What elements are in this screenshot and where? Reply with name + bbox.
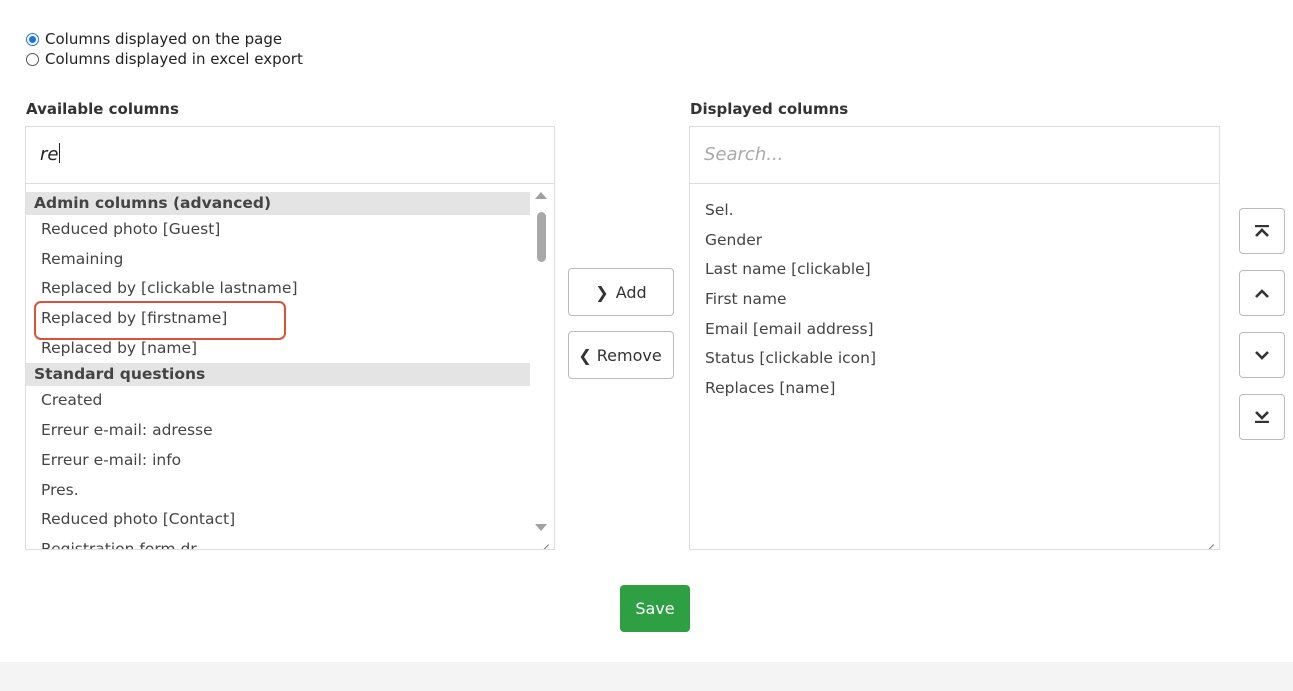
list-item[interactable]: Reduced photo [Contact]: [26, 505, 530, 535]
chevron-right-icon: ❯: [595, 282, 609, 302]
list-group-header: Standard questions: [26, 363, 530, 387]
displayed-search-input[interactable]: Search...: [690, 127, 1219, 184]
list-item[interactable]: Replaces [name]: [705, 374, 876, 404]
search-value: re: [40, 144, 59, 165]
add-button[interactable]: ❯ Add: [568, 268, 674, 316]
list-item[interactable]: Erreur e-mail: info: [26, 446, 530, 476]
remove-label: Remove: [596, 345, 662, 365]
scrollbar-thumb[interactable]: [537, 212, 546, 262]
save-button[interactable]: Save: [620, 585, 690, 632]
displayed-columns-panel: Search... Sel. Gender Last name [clickable…: [689, 126, 1220, 550]
displayed-columns-title: Displayed columns: [690, 100, 849, 118]
available-search-input[interactable]: re: [26, 127, 554, 184]
radio-button[interactable]: [26, 52, 39, 66]
list-item[interactable]: Sel.: [705, 196, 876, 226]
radio-columns-page[interactable]: Columns displayed on the page: [26, 30, 282, 48]
list-item[interactable]: Replaced by [clickable lastname]: [26, 274, 530, 304]
chevron-up-icon: [1255, 289, 1269, 298]
resize-handle-icon[interactable]: [540, 536, 550, 546]
radio-label: Columns displayed in excel export: [45, 50, 303, 68]
move-down-button[interactable]: [1239, 332, 1285, 378]
text-caret: [59, 143, 61, 163]
list-item[interactable]: Created: [26, 386, 530, 416]
available-columns-title: Available columns: [26, 100, 179, 118]
list-item[interactable]: Erreur e-mail: adresse: [26, 416, 530, 446]
list-item[interactable]: Remaining: [26, 245, 530, 275]
list-item[interactable]: Last name [clickable]: [705, 255, 876, 285]
available-list[interactable]: Admin columns (advanced) Reduced photo [G…: [26, 184, 554, 549]
list-item[interactable]: Pres.: [26, 476, 530, 506]
radio-columns-excel[interactable]: Columns displayed in excel export: [26, 50, 303, 68]
list-item[interactable]: Gender: [705, 226, 876, 256]
move-up-button[interactable]: [1239, 270, 1285, 316]
footer-bar: [0, 662, 1293, 691]
chevron-left-icon: ❮: [578, 345, 592, 365]
list-item[interactable]: Registration form dr...: [26, 535, 530, 549]
list-item[interactable]: Email [email address]: [705, 315, 876, 345]
radio-button-checked[interactable]: [26, 32, 39, 46]
displayed-list[interactable]: Sel. Gender Last name [clickable] First nam…: [690, 184, 1219, 549]
move-bottom-button[interactable]: [1239, 394, 1285, 440]
list-item[interactable]: Reduced photo [Guest]: [26, 215, 530, 245]
scroll-up-arrow-icon[interactable]: [535, 192, 547, 199]
highlight-annotation: [34, 301, 286, 340]
add-label: Add: [615, 282, 647, 302]
move-top-button[interactable]: [1239, 208, 1285, 254]
scrollbar[interactable]: [534, 192, 548, 531]
list-group-header: Admin columns (advanced): [26, 192, 530, 215]
scroll-down-arrow-icon[interactable]: [535, 524, 547, 531]
chevron-down-icon: [1255, 351, 1269, 360]
remove-button[interactable]: ❮ Remove: [568, 331, 674, 379]
list-item[interactable]: First name: [705, 285, 876, 315]
search-placeholder: Search...: [704, 144, 784, 165]
double-up-icon: [1255, 225, 1269, 237]
resize-handle-icon[interactable]: [1205, 536, 1215, 546]
radio-label: Columns displayed on the page: [45, 30, 283, 48]
double-down-icon: [1255, 411, 1269, 423]
list-item[interactable]: Status [clickable icon]: [705, 344, 876, 374]
